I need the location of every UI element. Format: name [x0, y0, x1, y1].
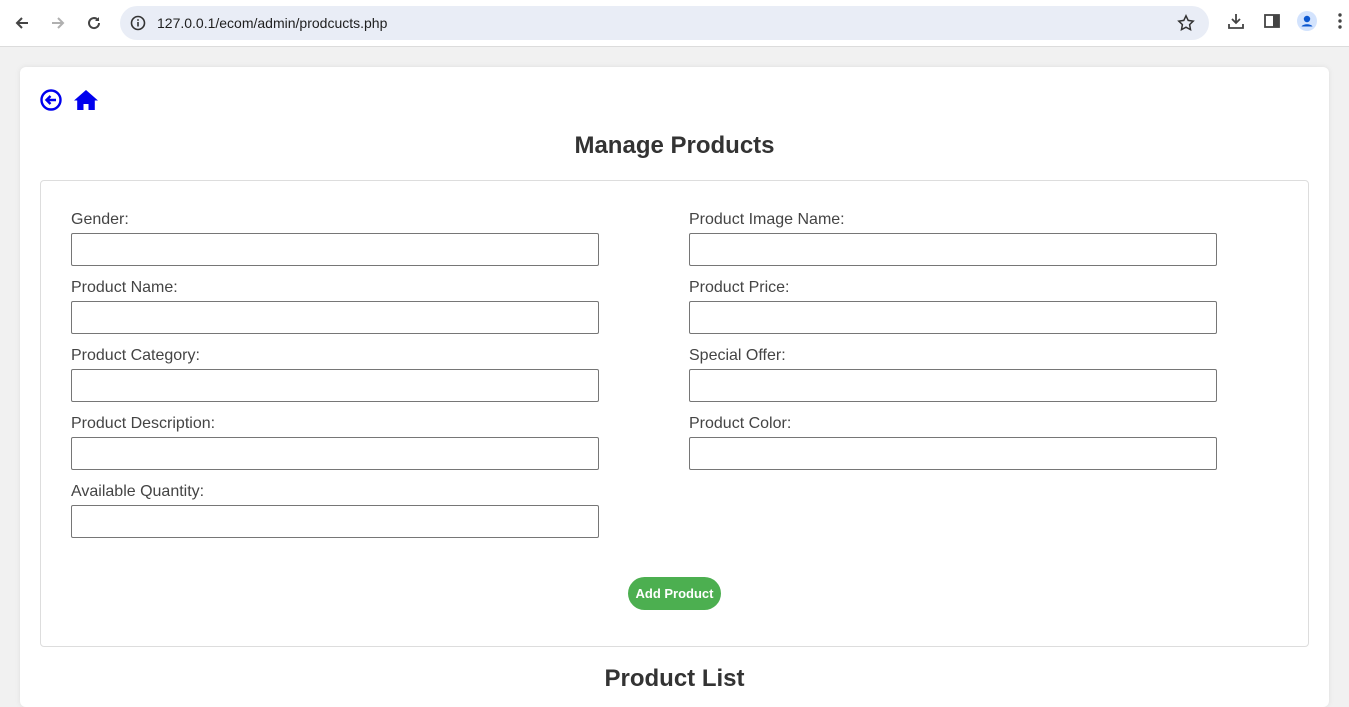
special-offer-input[interactable]: [689, 369, 1217, 402]
gender-field: Gender:: [71, 211, 599, 266]
product-name-input[interactable]: [71, 301, 599, 334]
back-circle-icon[interactable]: [40, 89, 62, 116]
url-text: 127.0.0.1/ecom/admin/prodcucts.php: [157, 15, 388, 31]
reload-icon[interactable]: [80, 9, 108, 37]
product-image-name-field: Product Image Name:: [689, 211, 1217, 266]
product-price-field: Product Price:: [689, 279, 1217, 334]
download-icon[interactable]: [1227, 12, 1245, 35]
product-list-title: Product List: [604, 665, 745, 692]
gender-label: Gender:: [71, 211, 129, 228]
product-form: Gender: Product Name: Product Category: …: [40, 180, 1309, 647]
product-image-name-input[interactable]: [689, 233, 1217, 266]
product-description-label: Product Description:: [71, 415, 216, 432]
more-menu-icon[interactable]: [1337, 12, 1343, 35]
product-category-field: Product Category:: [71, 347, 599, 402]
main-card: Manage Products Gender: Product Name: Pr…: [20, 67, 1329, 707]
product-color-field: Product Color:: [689, 415, 1217, 470]
forward-icon[interactable]: [44, 9, 72, 37]
special-offer-field: Special Offer:: [689, 347, 1217, 402]
product-color-label: Product Color:: [689, 415, 792, 432]
gender-input[interactable]: [71, 233, 599, 266]
available-quantity-label: Available Quantity:: [71, 483, 205, 500]
product-color-input[interactable]: [689, 437, 1217, 470]
bookmark-star-icon[interactable]: [1177, 14, 1195, 37]
page-title: Manage Products: [574, 132, 775, 159]
site-info-icon[interactable]: [130, 15, 146, 36]
home-icon[interactable]: [74, 89, 98, 116]
product-category-input[interactable]: [71, 369, 599, 402]
product-description-field: Product Description:: [71, 415, 599, 470]
profile-avatar-icon[interactable]: [1297, 11, 1317, 36]
special-offer-label: Special Offer:: [689, 347, 786, 364]
product-image-name-label: Product Image Name:: [689, 211, 845, 228]
product-name-field: Product Name:: [71, 279, 599, 334]
add-product-button[interactable]: Add Product: [628, 577, 721, 610]
back-icon[interactable]: [8, 9, 36, 37]
available-quantity-field: Available Quantity:: [71, 483, 599, 538]
address-bar[interactable]: 127.0.0.1/ecom/admin/prodcucts.php: [120, 6, 1209, 40]
product-name-label: Product Name:: [71, 279, 178, 296]
available-quantity-input[interactable]: [71, 505, 599, 538]
product-category-label: Product Category:: [71, 347, 200, 364]
product-price-input[interactable]: [689, 301, 1217, 334]
browser-toolbar: 127.0.0.1/ecom/admin/prodcucts.php: [0, 0, 1349, 47]
side-panel-icon[interactable]: [1263, 12, 1281, 35]
product-description-input[interactable]: [71, 437, 599, 470]
product-price-label: Product Price:: [689, 279, 790, 296]
